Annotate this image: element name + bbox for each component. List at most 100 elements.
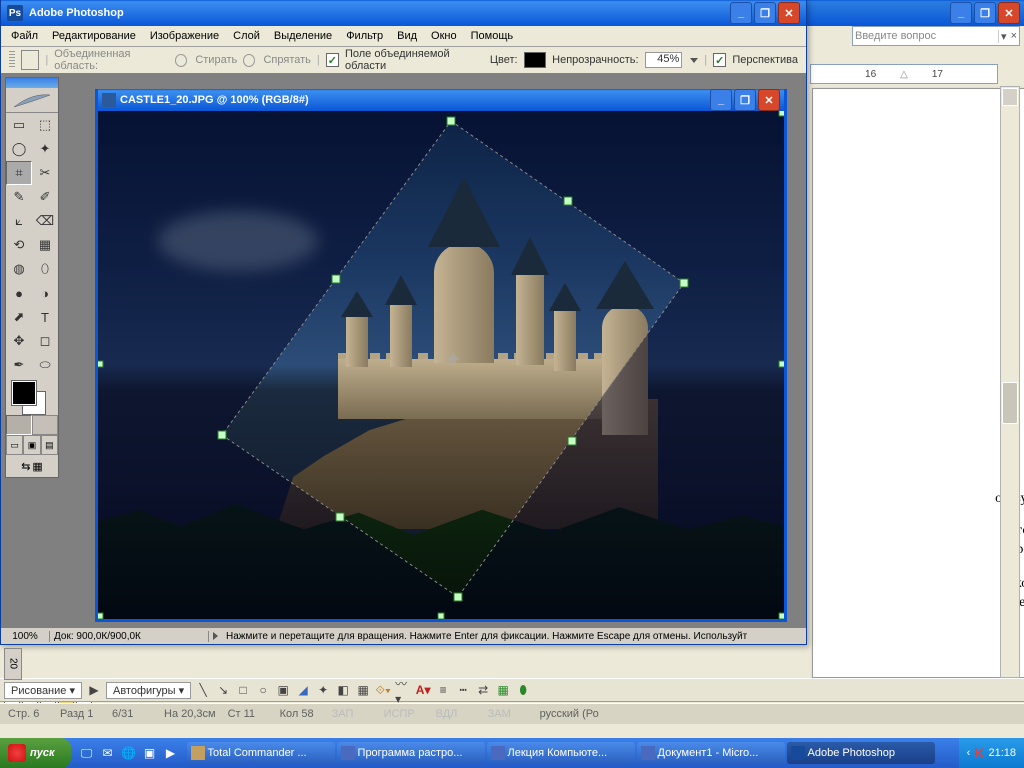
oval-icon[interactable]: ○ xyxy=(255,682,271,698)
stamp-tool[interactable]: ⟀ xyxy=(6,209,32,233)
ps-maximize-button[interactable]: ❐ xyxy=(754,2,776,24)
start-button[interactable]: пуск xyxy=(0,738,71,768)
clock[interactable]: 21:18 xyxy=(988,747,1016,759)
dodge-tool[interactable]: ⬯ xyxy=(32,257,58,281)
fill-icon[interactable]: ⟐▾ xyxy=(375,682,391,698)
menu-image[interactable]: Изображение xyxy=(144,28,225,44)
task-button-active[interactable]: Adobe Photoshop xyxy=(787,742,935,764)
quick-launch[interactable]: 🖵 ✉ 🌐 ▣ ▶ xyxy=(77,742,181,764)
marquee-tool[interactable]: ▭ xyxy=(6,113,32,137)
imageready-icon[interactable]: ▦ xyxy=(32,460,42,473)
ps-menubar[interactable]: Файл Редактирование Изображение Слой Выд… xyxy=(1,26,806,47)
ql-desktop-icon[interactable]: 🖵 xyxy=(77,742,97,764)
dash-icon[interactable]: ┅ xyxy=(455,682,471,698)
field-checkbox[interactable]: ✓ xyxy=(326,53,339,67)
doc-minimize-button[interactable]: _ xyxy=(710,89,732,111)
wand-tool[interactable]: ✦ xyxy=(32,137,58,161)
fg-color-swatch[interactable] xyxy=(12,381,36,405)
color-swatch[interactable] xyxy=(524,52,547,68)
canvas[interactable] xyxy=(98,111,784,619)
pen-tool[interactable]: ⬈ xyxy=(6,305,32,329)
jump-to[interactable]: ⇆ ▦ xyxy=(6,455,58,477)
notes-tool[interactable]: ✥ xyxy=(6,329,32,353)
ruler[interactable]: 16 △ 17 xyxy=(810,64,998,84)
type-tool[interactable]: ◑ xyxy=(32,281,58,305)
ql-media-icon[interactable]: ▶ xyxy=(161,742,181,764)
drawing-menu[interactable]: Рисование ▾ xyxy=(4,682,82,699)
doc-size[interactable]: Док: 900,0К/900,0К xyxy=(50,631,209,642)
opacity-input[interactable]: 45% xyxy=(645,52,683,68)
doc-maximize-button[interactable]: ❐ xyxy=(734,89,756,111)
zoom-field[interactable]: 100% xyxy=(1,631,50,642)
diagram-icon[interactable]: ✦ xyxy=(315,682,331,698)
grip-icon[interactable] xyxy=(9,51,15,69)
perspective-checkbox[interactable]: ✓ xyxy=(713,53,726,67)
arrow-icon[interactable]: ↘ xyxy=(215,682,231,698)
hide-radio[interactable] xyxy=(243,54,255,67)
arrow-style-icon[interactable]: ⇄ xyxy=(475,682,491,698)
ps-options-bar[interactable]: | Объединенная область: Стирать Спрятать… xyxy=(1,47,806,74)
ql-mail-icon[interactable]: ✉ xyxy=(98,742,118,764)
screen-modes[interactable]: ▭ ▣ ▤ xyxy=(6,435,58,455)
screen-standard[interactable]: ▭ xyxy=(6,435,23,455)
vertical-scrollbar[interactable] xyxy=(1000,86,1020,678)
document-window[interactable]: CASTLE1_20.JPG @ 100% (RGB/8#) _ ❐ ✕ xyxy=(95,89,787,622)
picture-icon[interactable]: ▦ xyxy=(355,682,371,698)
bg-maximize-button[interactable]: ❐ xyxy=(974,2,996,24)
menu-layer[interactable]: Слой xyxy=(227,28,266,44)
jump-icon[interactable]: ⇆ xyxy=(21,460,30,473)
help-search-box[interactable]: Введите вопрос ▾ × xyxy=(852,26,1020,46)
lasso-tool[interactable]: ◯ xyxy=(6,137,32,161)
slice-tool[interactable]: ✂ xyxy=(32,161,58,185)
menu-help[interactable]: Помощь xyxy=(465,28,520,44)
tools-palette[interactable]: ▭ ⬚ ◯ ✦ ⌗ ✂ ✎ ✐ ⟀ ⌫ ⟲ ▦ ◍ ⬯ ● ◑ ⬈ T ✥ ◻ xyxy=(5,77,59,478)
quickmask-mode[interactable] xyxy=(32,415,58,435)
move-tool[interactable]: ⬚ xyxy=(32,113,58,137)
ps-minimize-button[interactable]: _ xyxy=(730,2,752,24)
mask-mode[interactable] xyxy=(6,415,58,435)
eyedropper-tool[interactable]: ◻ xyxy=(32,329,58,353)
ql-browser-icon[interactable]: 🌐 xyxy=(119,742,139,764)
ps-titlebar[interactable]: Ps Adobe Photoshop _ ❐ ✕ xyxy=(1,0,806,26)
eraser-tool[interactable]: ⟲ xyxy=(6,233,32,257)
shadow-icon[interactable]: ▦ xyxy=(495,682,511,698)
shape-tool[interactable]: T xyxy=(32,305,58,329)
doc-close-button[interactable]: ✕ xyxy=(758,89,780,111)
path-tool[interactable]: ● xyxy=(6,281,32,305)
opacity-dropdown-icon[interactable] xyxy=(690,58,698,63)
heal-tool[interactable]: ✎ xyxy=(6,185,32,209)
history-tool[interactable]: ⌫ xyxy=(32,209,58,233)
autoshapes-menu[interactable]: Автофигуры ▾ xyxy=(106,682,191,699)
scroll-thumb[interactable] xyxy=(1002,382,1018,424)
crop-tool[interactable]: ⌗ xyxy=(6,161,32,185)
scroll-up-button[interactable] xyxy=(1002,88,1018,106)
bg-minimize-button[interactable]: _ xyxy=(950,2,972,24)
task-button[interactable]: Лекция Компьюте... xyxy=(487,742,635,764)
3d-icon[interactable]: ⬮ xyxy=(515,682,531,698)
wordart-icon[interactable]: ◢ xyxy=(295,682,311,698)
task-button[interactable]: Total Commander ... xyxy=(187,742,335,764)
textbox-icon[interactable]: ▣ xyxy=(275,682,291,698)
tray-expand-icon[interactable]: ‹ xyxy=(967,747,971,759)
line-color-icon[interactable]: 〰▾ xyxy=(395,682,411,698)
palette-title[interactable] xyxy=(6,78,58,88)
screen-full[interactable]: ▤ xyxy=(41,435,58,455)
menu-window[interactable]: Окно xyxy=(425,28,463,44)
task-button[interactable]: Документ1 - Micro... xyxy=(637,742,785,764)
brush-tool[interactable]: ✐ xyxy=(32,185,58,209)
line-icon[interactable]: ╲ xyxy=(195,682,211,698)
drawing-toolbar[interactable]: Рисование ▾ ▶ Автофигуры ▾ ╲ ↘ □ ○ ▣ ◢ ✦… xyxy=(0,678,1024,702)
rect-icon[interactable]: □ xyxy=(235,682,251,698)
help-close-icon[interactable]: × xyxy=(1007,30,1017,42)
bg-close-button[interactable]: ✕ xyxy=(998,2,1020,24)
status-menu-icon[interactable] xyxy=(213,632,218,640)
pointer-icon[interactable]: ▶ xyxy=(86,682,102,698)
taskbar[interactable]: пуск 🖵 ✉ 🌐 ▣ ▶ Total Commander ... Прогр… xyxy=(0,738,1024,768)
line-style-icon[interactable]: ≡ xyxy=(435,682,451,698)
menu-view[interactable]: Вид xyxy=(391,28,423,44)
kaspersky-icon[interactable]: K xyxy=(974,745,984,761)
screen-full-menu[interactable]: ▣ xyxy=(23,435,40,455)
standard-mode[interactable] xyxy=(6,415,32,435)
ruler-origin-tab[interactable]: 20 xyxy=(4,648,22,680)
crop-tool-icon[interactable] xyxy=(21,50,40,70)
